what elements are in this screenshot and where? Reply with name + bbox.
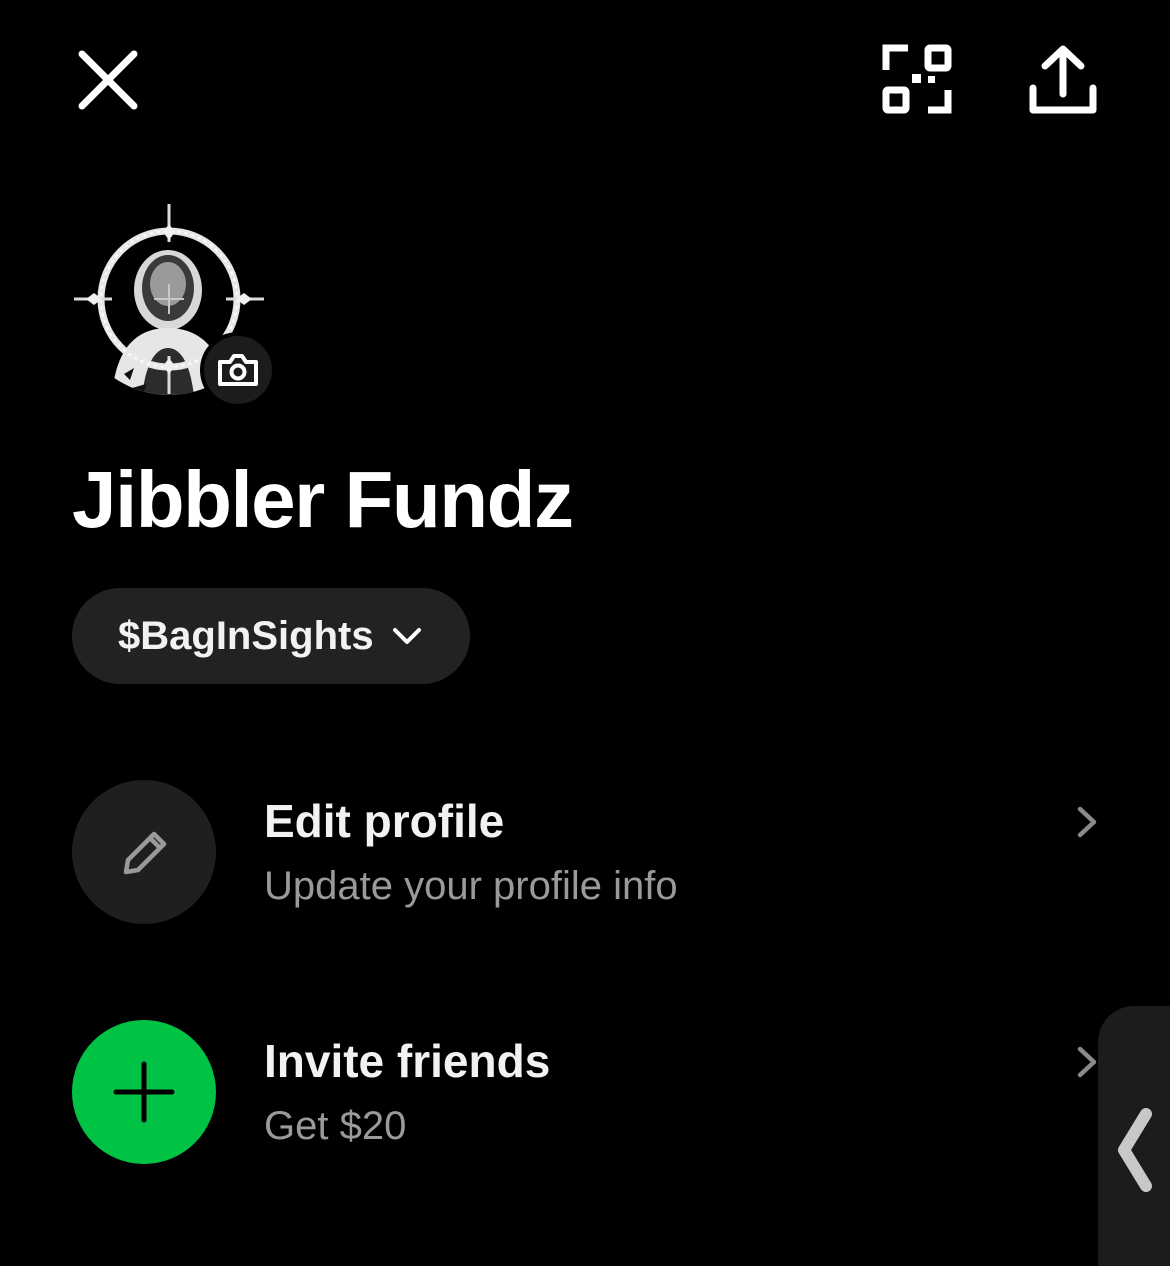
plus-icon (113, 1061, 175, 1123)
side-panel-handle[interactable] (1098, 1006, 1170, 1266)
cashtag-selector[interactable]: $BagInSights (72, 588, 470, 684)
share-button[interactable] (1018, 36, 1108, 124)
invite-friends-icon-circle (72, 1020, 216, 1164)
avatar[interactable] (72, 202, 282, 412)
edit-profile-subtitle: Update your profile info (264, 864, 678, 908)
pencil-icon (123, 831, 167, 875)
cashtag-label: $BagInSights (118, 613, 374, 658)
edit-profile-row[interactable]: Edit profile Update your profile info (72, 780, 1102, 924)
edit-profile-icon-circle (72, 780, 216, 924)
camera-icon (218, 354, 258, 386)
edit-profile-title: Edit profile (264, 795, 505, 847)
invite-friends-title: Invite friends (264, 1035, 551, 1087)
invite-friends-row[interactable]: Invite friends Get $20 (72, 1020, 1102, 1164)
qr-code-button[interactable] (872, 36, 964, 124)
close-button[interactable] (66, 38, 150, 122)
chevron-left-icon (1118, 1108, 1152, 1192)
display-name: Jibbler Fundz (72, 455, 574, 544)
chevron-right-icon (1077, 806, 1097, 838)
invite-friends-subtitle: Get $20 (264, 1104, 407, 1148)
chevron-down-icon (392, 628, 421, 644)
share-upload-icon (1029, 45, 1097, 114)
qr-code-scan-icon (882, 44, 952, 114)
change-photo-button[interactable] (200, 332, 276, 408)
close-icon (78, 50, 138, 110)
